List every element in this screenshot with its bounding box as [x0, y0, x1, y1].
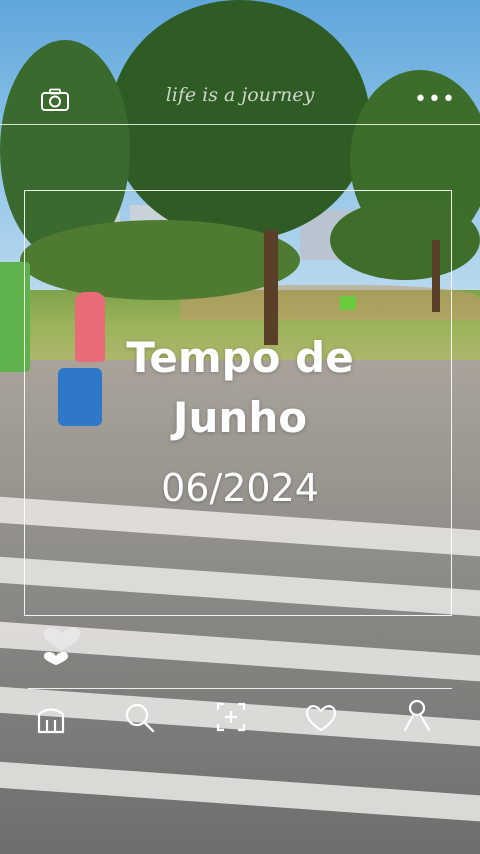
home-icon[interactable]: [34, 702, 68, 736]
nav-divider: [28, 688, 452, 689]
profile-icon[interactable]: [400, 698, 434, 732]
heart-outline-icon[interactable]: [304, 700, 338, 734]
heart-icon[interactable]: [40, 610, 84, 670]
more-icon[interactable]: •••: [414, 89, 456, 111]
add-photo-icon[interactable]: [214, 700, 248, 734]
title-line-1: Tempo de: [126, 333, 354, 382]
date-label: 06/2024: [161, 466, 319, 510]
title-line-2: Junho: [172, 393, 308, 442]
top-divider: [0, 124, 480, 125]
camera-icon[interactable]: [40, 88, 70, 112]
page-title: Tempo de Junho: [60, 328, 420, 448]
search-icon[interactable]: [122, 700, 156, 734]
script-caption: life is a journey: [165, 84, 315, 106]
